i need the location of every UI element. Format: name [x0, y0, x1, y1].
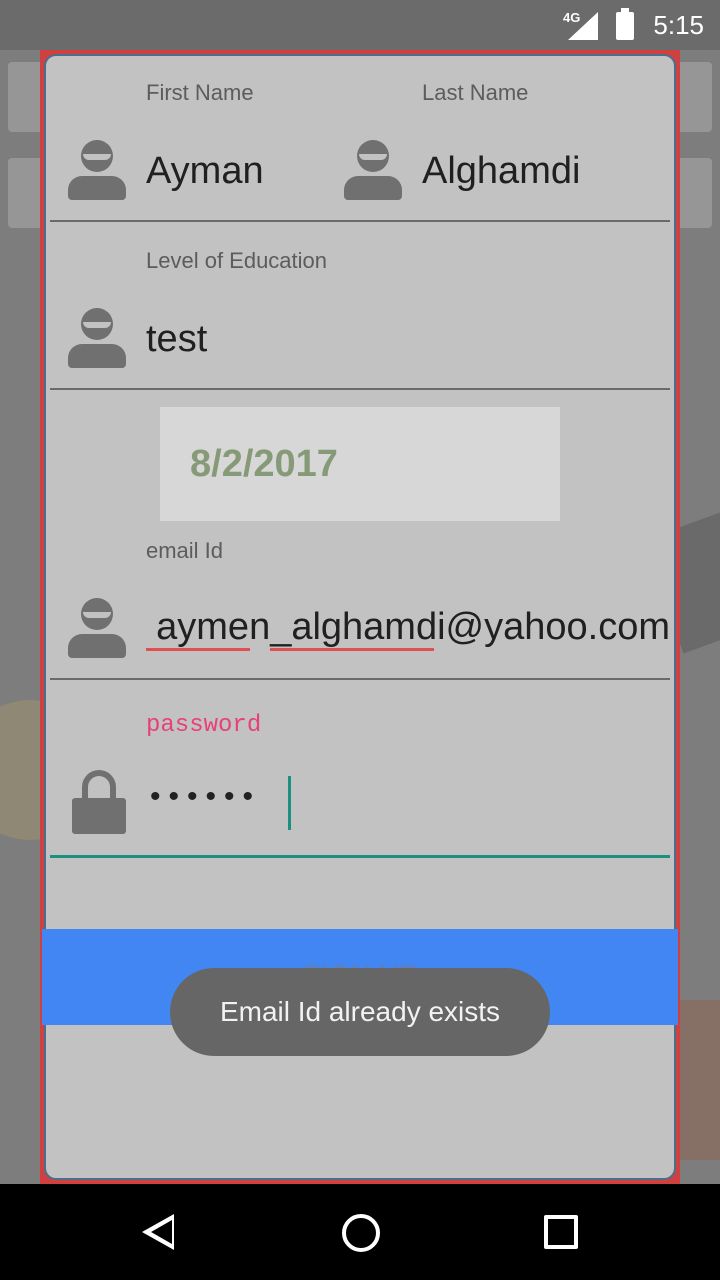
first-name-label: First Name [146, 80, 254, 105]
email-label: email Id [146, 538, 224, 563]
first-name-input[interactable]: Ayman [146, 150, 264, 193]
education-label: Level of Education [146, 248, 328, 273]
password-underline [50, 855, 670, 858]
person-icon [68, 598, 126, 660]
battery-icon [616, 8, 634, 40]
recent-apps-icon[interactable] [544, 1215, 578, 1249]
email-value: aymen_alghamdi@yahoo.com [156, 606, 670, 648]
toast-message: Email Id already exists [219, 996, 501, 1027]
password-label: password [146, 712, 262, 739]
signal-icon [568, 12, 598, 40]
lock-icon [72, 770, 126, 834]
education-input[interactable]: test [146, 318, 207, 361]
clock: 5:15 [653, 10, 704, 40]
status-bar: 4G 5:15 [0, 0, 720, 50]
password-input[interactable]: •••••• [150, 780, 261, 814]
divider [50, 388, 670, 390]
date-picker-button[interactable]: 8/2/2017 [160, 407, 560, 521]
spellcheck-underline [146, 648, 250, 651]
divider [50, 220, 670, 222]
person-icon [344, 140, 402, 202]
last-name-input[interactable]: Alghamdi [422, 150, 580, 193]
divider [50, 678, 670, 680]
text-cursor [288, 776, 291, 830]
back-icon[interactable] [142, 1214, 174, 1250]
last-name-label: Last Name [422, 80, 529, 105]
navigation-bar [0, 1184, 720, 1280]
home-icon[interactable] [342, 1214, 380, 1252]
person-icon [68, 140, 126, 202]
date-value: 8/2/2017 [190, 443, 338, 485]
person-icon [68, 308, 126, 370]
toast: Email Id already exists [170, 968, 550, 1056]
spellcheck-underline [270, 648, 434, 651]
